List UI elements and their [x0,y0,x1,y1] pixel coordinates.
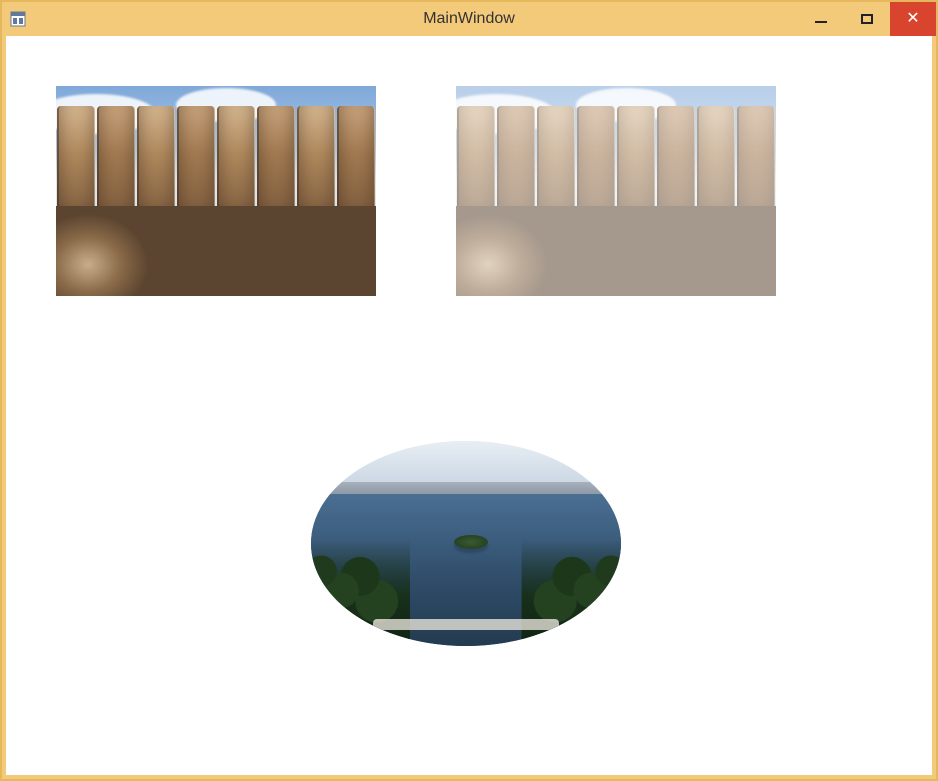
image-ellipse [311,441,621,646]
minimize-icon [815,21,827,23]
window-controls: ✕ [798,2,936,36]
image-right-faded [456,86,776,296]
close-button[interactable]: ✕ [890,2,936,36]
app-icon [10,11,26,27]
image-left [56,86,376,296]
client-area [6,36,932,775]
maximize-button[interactable] [844,2,890,36]
titlebar[interactable]: MainWindow ✕ [2,2,936,36]
client-frame [2,36,936,779]
app-window: MainWindow ✕ [0,0,938,781]
lake-scene [311,441,621,646]
maximize-icon [861,14,873,24]
close-icon: ✕ [906,11,919,27]
minimize-button[interactable] [798,2,844,36]
cliffs-scene-faded [456,86,776,296]
cliffs-scene [56,86,376,296]
window-title: MainWindow [2,10,936,28]
